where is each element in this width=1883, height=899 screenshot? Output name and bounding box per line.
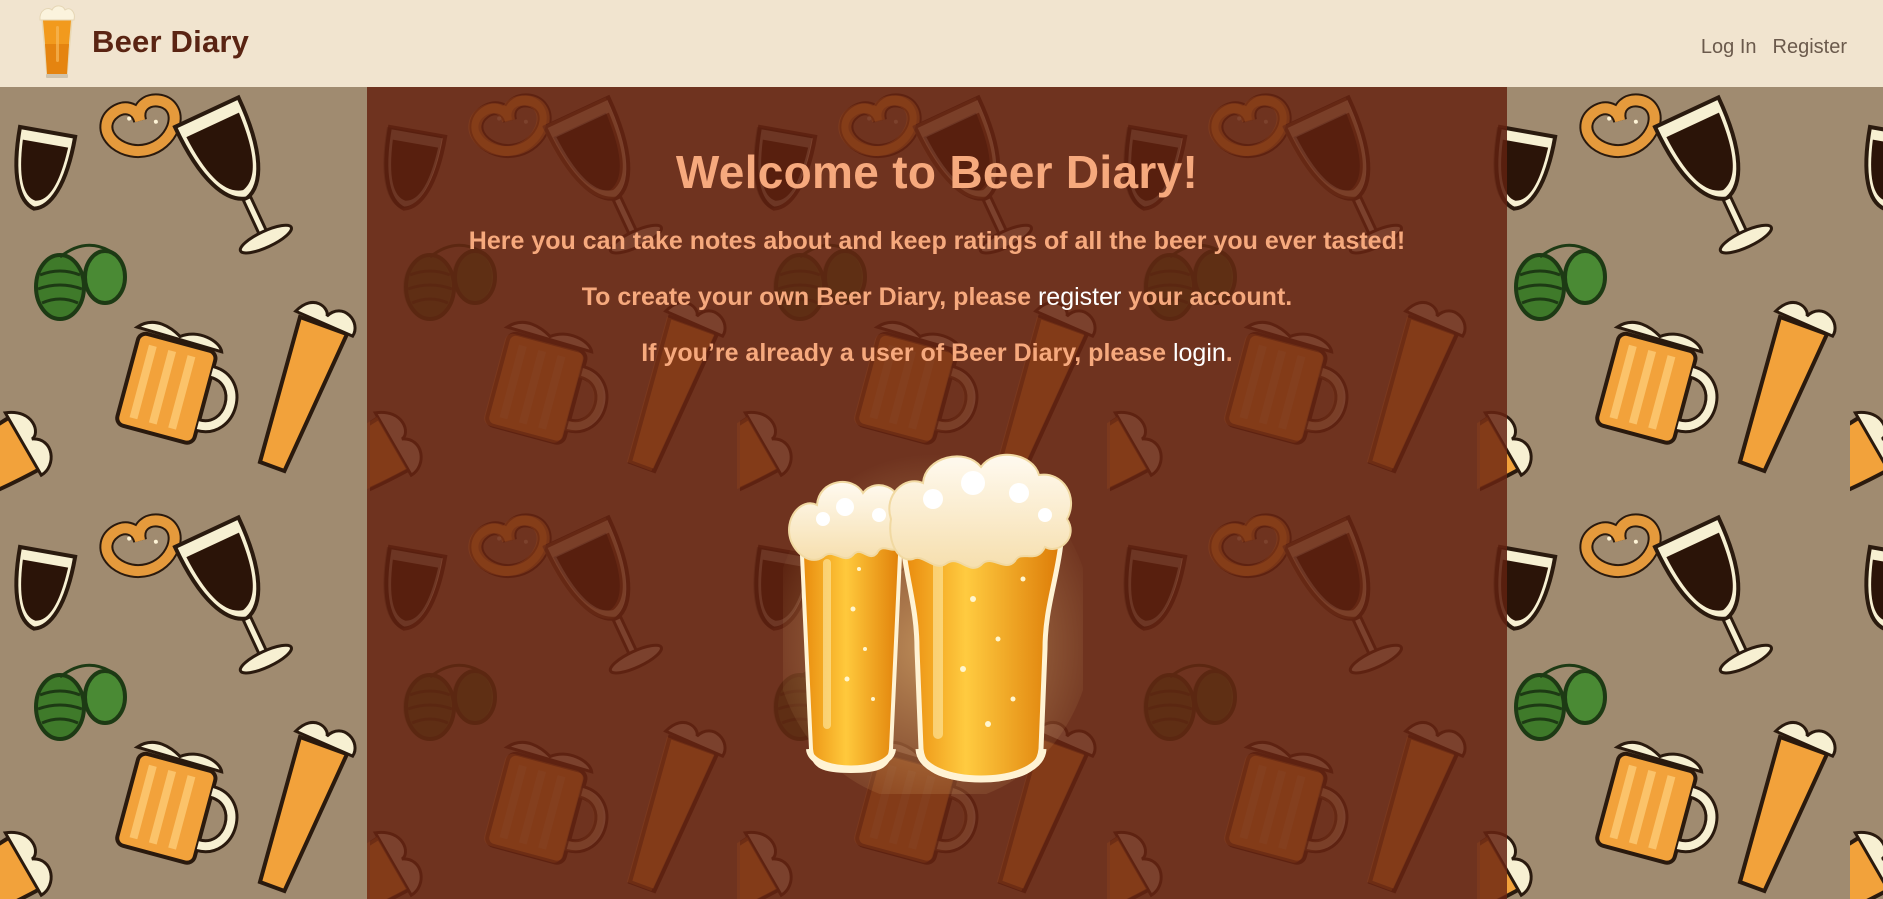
brand-home-link[interactable]: Beer Diary [36,4,249,80]
navbar: Beer Diary Log In Register [0,0,1883,87]
register-prompt: To create your own Beer Diary, please re… [367,283,1507,312]
register-link[interactable]: register [1038,283,1121,311]
register-prompt-prefix: To create your own Beer Diary, please [581,283,1032,311]
welcome-title: Welcome to Beer Diary! [675,146,1199,198]
brand-name: Beer Diary [92,24,250,59]
login-nav-link[interactable]: Log In [1701,36,1757,59]
welcome-tagline: Here you can take notes about and keep r… [468,227,1406,255]
welcome-content: Welcome to Beer Diary! Here you can take… [367,87,1507,899]
login-prompt: If you’re already a user of Beer Diary, … [367,339,1507,368]
welcome-panel: Welcome to Beer Diary! Here you can take… [367,87,1507,899]
register-nav-link[interactable]: Register [1773,36,1847,59]
login-prompt-suffix: . [1225,339,1233,367]
login-prompt-prefix: If you’re already a user of Beer Diary, … [641,339,1167,367]
login-link[interactable]: login [1173,339,1226,367]
register-prompt-suffix: your account. [1128,283,1293,311]
beer-glass-icon [39,5,75,78]
nav-links: Log In Register [1701,36,1847,59]
two-beer-glasses-illustration [783,453,1083,794]
